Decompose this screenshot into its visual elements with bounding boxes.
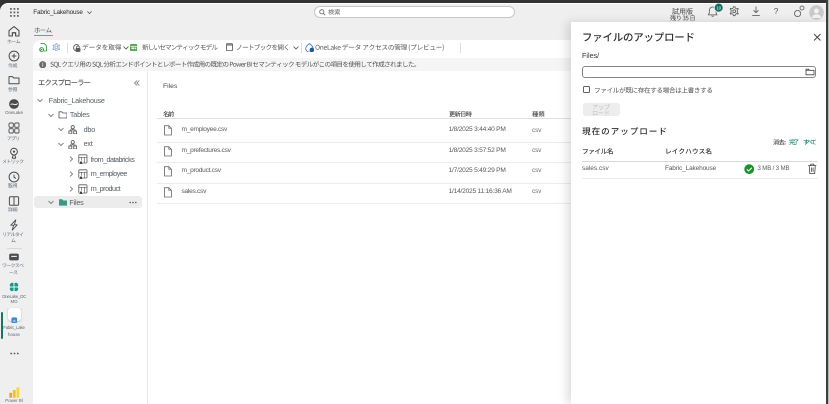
svg-text:10: 10	[716, 6, 721, 11]
